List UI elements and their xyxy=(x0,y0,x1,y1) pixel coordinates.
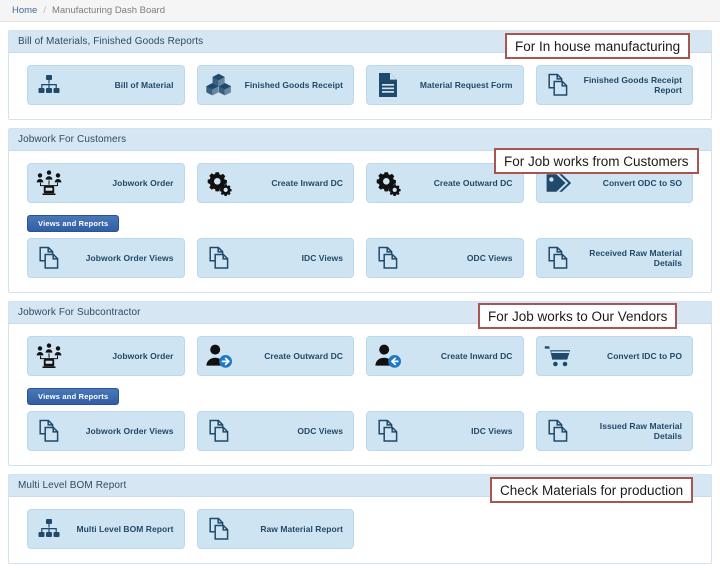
card-row-primary: Multi Level BOM Report Raw Material Repor… xyxy=(9,509,711,549)
card-jobwork-order[interactable]: Jobwork Order xyxy=(27,336,185,376)
card-label: Jobwork Order xyxy=(112,177,174,188)
annotation-in-house-manufacturing: For In house manufacturing xyxy=(505,33,691,59)
card-convert-idc-to-po[interactable]: Convert IDC to PO xyxy=(535,336,693,376)
card-received-raw-material-details[interactable]: Received Raw Material Details xyxy=(535,238,693,278)
card-row-views: Jobwork Order Views IDC Views ODC Views Rec… xyxy=(9,238,711,278)
views-and-reports-badge[interactable]: Views and Reports xyxy=(27,215,120,232)
card-label: Multi Level BOM Report xyxy=(76,523,174,534)
card-label: ODC Views xyxy=(466,252,513,263)
annotation-check-materials: Check Materials for production xyxy=(490,477,694,503)
user-arrow-right-icon xyxy=(204,341,234,371)
card-label: ODC Views xyxy=(297,425,343,436)
card-jobwork-order-views[interactable]: Jobwork Order Views xyxy=(27,238,185,278)
card-odc-views[interactable]: ODC Views xyxy=(366,238,524,278)
document-icon xyxy=(373,70,403,100)
breadcrumb-separator: / xyxy=(43,5,46,16)
annotation-job-works-from-customers: For Job works from Customers xyxy=(494,148,699,174)
card-label: Finished Goods Receipt Report xyxy=(583,74,682,95)
card-label: IDC Views xyxy=(301,252,343,263)
breadcrumb: Home / Manufacturing Dash Board xyxy=(0,0,720,22)
user-arrow-left-icon xyxy=(373,341,403,371)
card-jobwork-order-views[interactable]: Jobwork Order Views xyxy=(27,411,185,451)
breadcrumb-home-link[interactable]: Home xyxy=(12,5,37,16)
card-material-request-form[interactable]: Material Request Form xyxy=(366,65,524,105)
copy-pages-icon xyxy=(34,243,64,273)
copy-pages-icon xyxy=(543,243,573,273)
card-label: Jobwork Order xyxy=(112,350,174,361)
breadcrumb-current-page: Manufacturing Dash Board xyxy=(51,5,165,16)
card-odc-views[interactable]: ODC Views xyxy=(196,411,354,451)
panel-body-bom-finished-goods: Bill of Material Finished Goods Receipt Ma… xyxy=(9,53,711,119)
views-and-reports-badge[interactable]: Views and Reports xyxy=(27,388,120,405)
team-workstation-icon xyxy=(34,168,64,198)
copy-pages-icon xyxy=(373,416,403,446)
card-label: Jobwork Order Views xyxy=(85,425,174,436)
card-row-views: Jobwork Order Views ODC Views IDC Views Iss… xyxy=(9,411,711,451)
card-label: Create Inward DC xyxy=(440,350,513,361)
card-label: Received Raw Material Details xyxy=(589,247,682,268)
card-finished-goods-receipt[interactable]: Finished Goods Receipt xyxy=(196,65,354,105)
card-label: Jobwork Order Views xyxy=(85,252,174,263)
card-label: Convert ODC to SO xyxy=(602,177,682,188)
copy-pages-icon xyxy=(204,416,234,446)
gears-icon xyxy=(373,168,403,198)
card-label: Finished Goods Receipt xyxy=(244,79,343,90)
card-bill-of-material[interactable]: Bill of Material xyxy=(27,65,185,105)
card-idc-views[interactable]: IDC Views xyxy=(366,411,524,451)
shopping-cart-icon xyxy=(543,341,573,371)
copy-pages-icon xyxy=(204,514,234,544)
card-idc-views[interactable]: IDC Views xyxy=(196,238,354,278)
manufacturing-dashboard-page: Home / Manufacturing Dash Board Bill of … xyxy=(0,0,720,576)
card-label: Raw Material Report xyxy=(260,523,343,534)
copy-pages-icon xyxy=(543,416,573,446)
copy-pages-icon xyxy=(543,70,573,100)
card-label: Create Outward DC xyxy=(264,350,343,361)
card-label: Create Outward DC xyxy=(433,177,513,188)
card-label: IDC Views xyxy=(471,425,513,436)
views-and-reports-wrap: Views and Reports xyxy=(9,203,711,238)
card-raw-material-report[interactable]: Raw Material Report xyxy=(196,509,354,549)
card-jobwork-order[interactable]: Jobwork Order xyxy=(27,163,185,203)
panel-body-multi-level-bom-report: Multi Level BOM Report Raw Material Repor… xyxy=(9,497,711,563)
card-create-inward-dc[interactable]: Create Inward DC xyxy=(366,336,524,376)
views-and-reports-wrap: Views and Reports xyxy=(9,376,711,411)
card-label: Convert IDC to PO xyxy=(607,350,682,361)
card-label: Material Request Form xyxy=(419,79,513,90)
card-multi-level-bom-report[interactable]: Multi Level BOM Report xyxy=(27,509,185,549)
gears-icon xyxy=(204,168,234,198)
card-label: Create Inward DC xyxy=(271,177,343,188)
hierarchy-icon xyxy=(34,514,64,544)
card-label: Bill of Material xyxy=(114,79,174,90)
copy-pages-icon xyxy=(373,243,403,273)
card-row-primary: Jobwork Order Create Outward DC Create Inw… xyxy=(9,336,711,376)
hierarchy-icon xyxy=(34,70,64,100)
card-issued-raw-material-details[interactable]: Issued Raw Material Details xyxy=(535,411,693,451)
panel-body-jobwork-for-subcontractor: Jobwork Order Create Outward DC Create Inw… xyxy=(9,324,711,465)
copy-pages-icon xyxy=(34,416,64,446)
boxes-icon xyxy=(204,70,234,100)
card-create-inward-dc[interactable]: Create Inward DC xyxy=(196,163,354,203)
team-workstation-icon xyxy=(34,341,64,371)
copy-pages-icon xyxy=(204,243,234,273)
card-row-primary: Bill of Material Finished Goods Receipt Ma… xyxy=(9,65,711,105)
card-finished-goods-receipt-report[interactable]: Finished Goods Receipt Report xyxy=(535,65,693,105)
card-create-outward-dc[interactable]: Create Outward DC xyxy=(196,336,354,376)
card-label: Issued Raw Material Details xyxy=(599,420,682,441)
annotation-job-works-to-vendors: For Job works to Our Vendors xyxy=(478,303,678,329)
